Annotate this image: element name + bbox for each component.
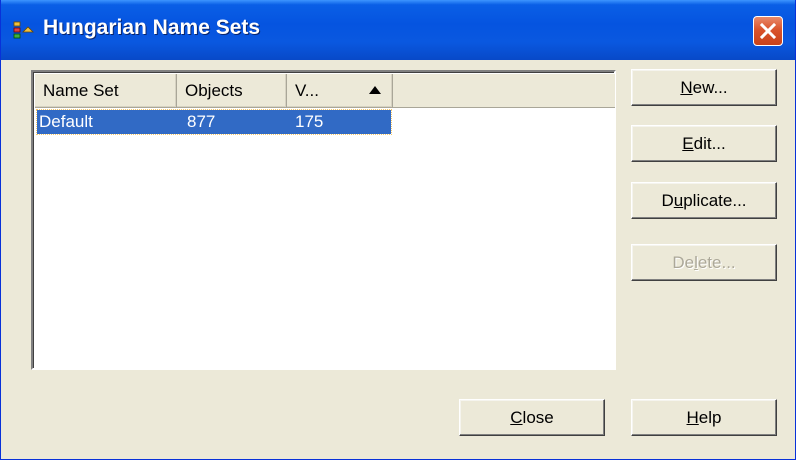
close-window-button[interactable] xyxy=(753,16,783,46)
edit-button[interactable]: Edit... xyxy=(631,125,777,162)
column-header-label: Name Set xyxy=(43,81,119,100)
close-button[interactable]: Close xyxy=(459,399,605,436)
title-bar[interactable]: Hungarian Name Sets xyxy=(1,0,795,60)
column-header-label: Objects xyxy=(185,81,243,100)
sort-ascending-icon xyxy=(369,86,381,94)
column-header-objects[interactable]: Objects xyxy=(177,74,287,108)
column-header-label: V... xyxy=(295,81,319,100)
column-header-name-set[interactable]: Name Set xyxy=(35,74,177,108)
duplicate-button[interactable]: Duplicate... xyxy=(631,182,777,219)
delete-button[interactable]: Delete... xyxy=(631,244,777,281)
name-sets-list[interactable]: Name Set Objects V... Default 877 175 xyxy=(31,70,616,370)
dialog-window: Hungarian Name Sets Name Set Objects V..… xyxy=(0,0,796,460)
help-button[interactable]: Help xyxy=(631,399,777,436)
cell-objects: 877 xyxy=(187,112,216,131)
close-icon xyxy=(759,22,777,40)
cell-name-set: Default xyxy=(39,112,93,131)
column-header-filler xyxy=(393,74,615,108)
cell-v: 175 xyxy=(295,112,324,131)
window-title: Hungarian Name Sets xyxy=(43,16,261,39)
list-header: Name Set Objects V... xyxy=(35,74,615,108)
new-button[interactable]: New... xyxy=(631,69,777,106)
column-header-v[interactable]: V... xyxy=(287,74,393,108)
name-sets-icon xyxy=(13,21,34,39)
table-row[interactable]: Default 877 175 xyxy=(36,109,392,135)
